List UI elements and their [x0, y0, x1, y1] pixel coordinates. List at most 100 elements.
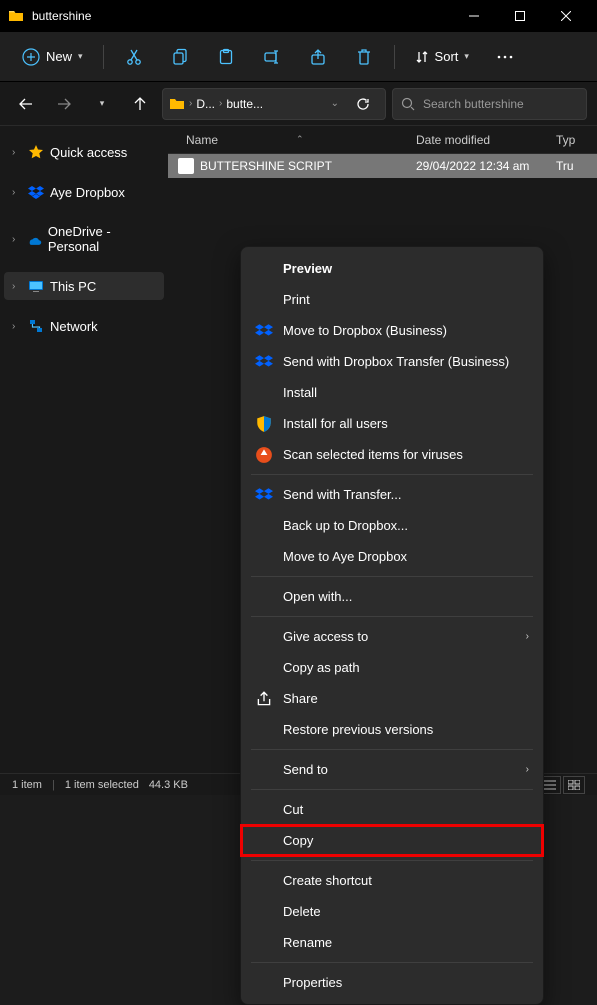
- search-icon: [401, 97, 415, 111]
- sidebar-item-this-pc[interactable]: › This PC: [4, 272, 164, 300]
- back-button[interactable]: [10, 88, 42, 120]
- sidebar-item-network[interactable]: › Network: [4, 312, 164, 340]
- nav-sidebar: › Quick access › Aye Dropbox › OneDrive …: [0, 126, 168, 773]
- chevron-right-icon[interactable]: ›: [12, 234, 21, 245]
- menu-item-copy-as-path[interactable]: Copy as path: [241, 652, 543, 683]
- menu-item-install-all-users[interactable]: Install for all users: [241, 408, 543, 439]
- sidebar-item-label: Quick access: [50, 145, 127, 160]
- context-menu: Preview Print Move to Dropbox (Business)…: [240, 246, 544, 1005]
- file-icon: [178, 158, 194, 174]
- window-titlebar: buttershine: [0, 0, 597, 32]
- menu-separator: [251, 789, 533, 790]
- folder-icon: [8, 8, 24, 24]
- maximize-button[interactable]: [497, 0, 543, 32]
- chevron-right-icon[interactable]: ›: [12, 321, 22, 332]
- chevron-right-icon[interactable]: ›: [12, 147, 22, 158]
- cut-button[interactable]: [114, 37, 154, 77]
- chevron-right-icon[interactable]: ›: [12, 281, 22, 292]
- antivirus-icon: [255, 446, 273, 464]
- menu-item-rename[interactable]: Rename: [241, 927, 543, 958]
- menu-item-preview[interactable]: Preview: [241, 253, 543, 284]
- column-headers: Name ⌃ Date modified Typ: [168, 126, 597, 154]
- chevron-down-icon: ▾: [464, 51, 469, 62]
- paste-button[interactable]: [206, 37, 246, 77]
- address-bar-row: ▾ › D... › butte... ⌄ Search buttershine: [0, 82, 597, 126]
- menu-item-copy[interactable]: Copy: [241, 825, 543, 856]
- copy-button[interactable]: [160, 37, 200, 77]
- onedrive-icon: [27, 231, 42, 247]
- pc-icon: [28, 278, 44, 294]
- thumbnails-view-button[interactable]: [563, 776, 585, 794]
- menu-item-scan-viruses[interactable]: Scan selected items for viruses: [241, 439, 543, 470]
- sidebar-item-label: Aye Dropbox: [50, 185, 125, 200]
- delete-button[interactable]: [344, 37, 384, 77]
- column-header-name[interactable]: Name ⌃: [168, 133, 416, 147]
- search-input[interactable]: Search buttershine: [392, 88, 587, 120]
- sidebar-item-onedrive[interactable]: › OneDrive - Personal: [4, 218, 164, 260]
- sidebar-item-label: This PC: [50, 279, 96, 294]
- plus-circle-icon: [22, 48, 40, 66]
- menu-item-give-access-to[interactable]: Give access to›: [241, 621, 543, 652]
- menu-item-send-with-transfer[interactable]: Send with Transfer...: [241, 479, 543, 510]
- menu-item-cut[interactable]: Cut: [241, 794, 543, 825]
- menu-item-share[interactable]: Share: [241, 683, 543, 714]
- column-header-type[interactable]: Typ: [556, 133, 597, 147]
- menu-separator: [251, 860, 533, 861]
- command-toolbar: New ▾ Sort ▾: [0, 32, 597, 82]
- breadcrumb-part[interactable]: butte...: [226, 97, 263, 111]
- new-label: New: [46, 49, 72, 64]
- selection-size: 44.3 KB: [149, 779, 188, 791]
- menu-item-move-aye-dropbox[interactable]: Move to Aye Dropbox: [241, 541, 543, 572]
- menu-item-install[interactable]: Install: [241, 377, 543, 408]
- breadcrumb-part[interactable]: D...: [196, 97, 215, 111]
- dropbox-icon: [28, 184, 44, 200]
- recent-locations-button[interactable]: ▾: [86, 88, 118, 120]
- chevron-right-icon: ›: [526, 764, 529, 775]
- minimize-button[interactable]: [451, 0, 497, 32]
- menu-separator: [251, 576, 533, 577]
- menu-item-move-dropbox-business[interactable]: Move to Dropbox (Business): [241, 315, 543, 346]
- sidebar-item-label: Network: [50, 319, 98, 334]
- menu-item-print[interactable]: Print: [241, 284, 543, 315]
- forward-button[interactable]: [48, 88, 80, 120]
- menu-item-send-to[interactable]: Send to›: [241, 754, 543, 785]
- selection-count: 1 item selected: [65, 779, 139, 791]
- chevron-right-icon[interactable]: ›: [12, 187, 22, 198]
- breadcrumb[interactable]: › D... › butte... ⌄: [162, 88, 386, 120]
- menu-item-send-dropbox-transfer-business[interactable]: Send with Dropbox Transfer (Business): [241, 346, 543, 377]
- menu-separator: [251, 474, 533, 475]
- menu-item-delete[interactable]: Delete: [241, 896, 543, 927]
- menu-separator: [251, 962, 533, 963]
- share-button[interactable]: [298, 37, 338, 77]
- sidebar-item-label: OneDrive - Personal: [48, 224, 156, 254]
- toolbar-divider: [103, 45, 104, 69]
- menu-item-back-up-dropbox[interactable]: Back up to Dropbox...: [241, 510, 543, 541]
- window-title: buttershine: [32, 9, 451, 23]
- up-button[interactable]: [124, 88, 156, 120]
- sidebar-item-quick-access[interactable]: › Quick access: [4, 138, 164, 166]
- sort-indicator-icon: ⌃: [296, 134, 304, 145]
- dropbox-icon: [255, 486, 273, 504]
- file-row[interactable]: BUTTERSHINE SCRIPT 29/04/2022 12:34 am T…: [168, 154, 597, 178]
- sidebar-item-aye-dropbox[interactable]: › Aye Dropbox: [4, 178, 164, 206]
- column-header-date[interactable]: Date modified: [416, 133, 556, 147]
- chevron-down-icon[interactable]: ⌄: [331, 98, 339, 109]
- menu-item-restore-versions[interactable]: Restore previous versions: [241, 714, 543, 745]
- new-button[interactable]: New ▾: [12, 42, 93, 72]
- menu-item-open-with[interactable]: Open with...: [241, 581, 543, 612]
- more-button[interactable]: [485, 37, 525, 77]
- item-count: 1 item: [12, 779, 42, 791]
- menu-separator: [251, 616, 533, 617]
- chevron-down-icon: ▾: [78, 51, 83, 62]
- rename-button[interactable]: [252, 37, 292, 77]
- menu-item-create-shortcut[interactable]: Create shortcut: [241, 865, 543, 896]
- search-placeholder: Search buttershine: [423, 97, 524, 111]
- toolbar-divider: [394, 45, 395, 69]
- chevron-right-icon: ›: [219, 98, 222, 109]
- network-icon: [28, 318, 44, 334]
- menu-item-properties[interactable]: Properties: [241, 967, 543, 998]
- file-name: BUTTERSHINE SCRIPT: [200, 159, 416, 173]
- close-button[interactable]: [543, 0, 589, 32]
- sort-button[interactable]: Sort ▾: [405, 43, 479, 70]
- refresh-button[interactable]: [347, 88, 379, 120]
